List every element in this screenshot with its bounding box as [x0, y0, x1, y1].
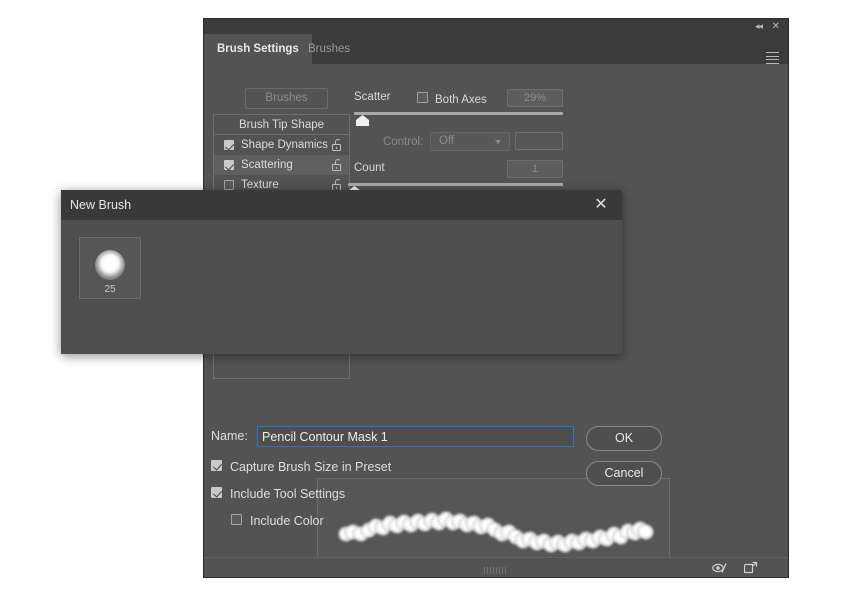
- brushes-button[interactable]: Brushes: [245, 88, 328, 109]
- new-brush-dialog: New Brush ✕ 25 Name: Capture Brush Size …: [61, 190, 662, 528]
- include-color-row[interactable]: Include Color: [231, 512, 324, 530]
- include-tool-settings-label: Include Tool Settings: [230, 487, 346, 501]
- checkbox-include-tool-settings[interactable]: [211, 487, 222, 498]
- double-chevron-left-icon[interactable]: ◂◂: [755, 19, 763, 34]
- brush-thumbnail: 25: [79, 237, 141, 299]
- control-select[interactable]: Off: [430, 132, 510, 151]
- ok-button[interactable]: OK: [586, 426, 662, 451]
- panel-tabstrip: Brush Settings Brushes: [204, 34, 788, 64]
- scatter-slider-track: [354, 112, 563, 115]
- cancel-button-label: Cancel: [604, 466, 644, 480]
- stroke-dots: [336, 509, 656, 555]
- scatter-label: Scatter: [354, 91, 391, 103]
- both-axes-label: Both Axes: [435, 94, 487, 106]
- chevron-down-icon: [495, 140, 502, 144]
- hamburger-menu-icon[interactable]: [766, 52, 779, 64]
- count-slider-track: [348, 183, 563, 186]
- checkbox-include-color[interactable]: [231, 514, 242, 525]
- count-label: Count: [354, 162, 385, 174]
- scatter-slider-thumb[interactable]: [356, 115, 369, 126]
- soft-round-brush-preview: [95, 250, 125, 280]
- tab-brushes[interactable]: Brushes: [295, 34, 363, 64]
- control-label: Control:: [383, 136, 424, 148]
- close-icon[interactable]: ✕: [772, 19, 780, 34]
- capture-brush-size-row[interactable]: Capture Brush Size in Preset: [211, 458, 391, 476]
- dialog-titlebar: New Brush ✕: [61, 190, 622, 220]
- scatter-slider[interactable]: [354, 112, 563, 126]
- control-select-value: Off: [439, 135, 455, 147]
- panel-footer: [204, 557, 788, 577]
- tab-brushes-label: Brushes: [308, 43, 351, 55]
- brush-eye-toggle-icon[interactable]: [712, 561, 728, 580]
- unlocked-padlock-icon[interactable]: [332, 139, 341, 151]
- screen-root: ◂◂ ✕ Brush Settings Brushes Brushes Brus…: [0, 0, 850, 596]
- brush-tip-shape-header[interactable]: Brush Tip Shape: [214, 115, 349, 135]
- cancel-button[interactable]: Cancel: [586, 461, 662, 486]
- checkbox-shape-dynamics[interactable]: [224, 140, 234, 150]
- panel-titlebar: ◂◂ ✕: [204, 19, 788, 34]
- scatter-value: 29%: [523, 92, 547, 104]
- checkbox-scattering[interactable]: [224, 160, 234, 170]
- close-icon[interactable]: ✕: [590, 190, 612, 220]
- dialog-title: New Brush: [70, 198, 132, 212]
- tab-brush-settings-label: Brush Settings: [217, 43, 299, 55]
- unlocked-padlock-icon[interactable]: [332, 159, 341, 171]
- checkbox-both-axes[interactable]: [417, 92, 428, 103]
- new-brush-icon[interactable]: [743, 561, 758, 580]
- count-value-field[interactable]: 1: [507, 160, 563, 178]
- checkbox-texture[interactable]: [224, 180, 234, 190]
- brush-size-label: 25: [104, 284, 116, 295]
- control-extra-field[interactable]: [515, 132, 563, 150]
- capture-brush-size-label: Capture Brush Size in Preset: [230, 460, 392, 474]
- checkbox-capture-brush-size[interactable]: [211, 460, 222, 471]
- name-label: Name:: [211, 429, 248, 443]
- include-color-label: Include Color: [250, 514, 324, 528]
- option-row-shape-dynamics[interactable]: Shape Dynamics: [214, 135, 349, 155]
- brush-name-input[interactable]: [257, 426, 574, 447]
- resize-grip[interactable]: [484, 567, 508, 574]
- option-label-shape-dynamics: Shape Dynamics: [241, 139, 328, 151]
- option-label-scattering: Scattering: [241, 159, 293, 171]
- scatter-value-field[interactable]: 29%: [507, 89, 563, 107]
- ok-button-label: OK: [614, 431, 634, 445]
- brushes-button-label: Brushes: [265, 92, 308, 104]
- include-tool-settings-row[interactable]: Include Tool Settings: [211, 485, 345, 503]
- count-value: 1: [531, 163, 539, 175]
- option-row-scattering[interactable]: Scattering: [214, 155, 349, 175]
- both-axes-checkbox-row[interactable]: Both Axes: [417, 90, 487, 108]
- brush-tip-shape-label: Brush Tip Shape: [238, 119, 325, 131]
